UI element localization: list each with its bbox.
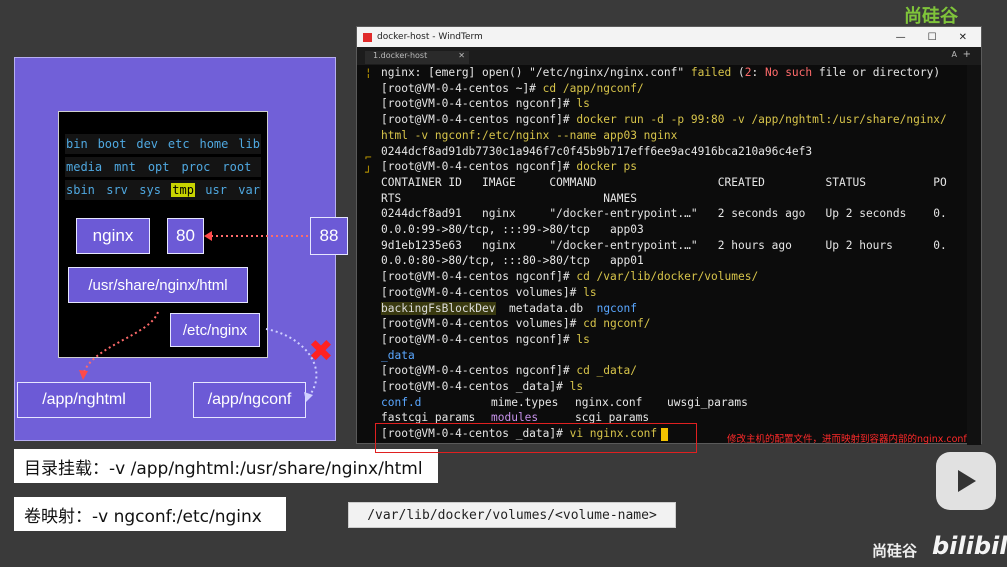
dir-mount-caption: 目录挂载：-v /app/nghtml:/usr/share/nginx/htm…	[14, 449, 438, 483]
minimize-icon[interactable]: —	[896, 32, 906, 43]
window-title: docker-host - WindTerm	[377, 32, 483, 42]
html-mount-arrow-head	[79, 370, 88, 380]
terminal-line: [root@VM-0-4-centos ngconf]# ls	[381, 332, 590, 346]
terminal-line: [root@VM-0-4-centos volumes]# ls	[381, 285, 597, 299]
terminal-line: [root@VM-0-4-centos _data]# ls	[381, 380, 584, 393]
terminal-output[interactable]: ¦ ⌐ ┘ nginx: [emerg] open() "/etc/nginx/…	[357, 65, 967, 445]
terminal-line: 0244dcf8ad91 nginx "/docker-entrypoint.……	[381, 207, 947, 221]
terminal-line: backingFsBlockDev metadata.db ngconf	[381, 301, 637, 315]
window-controls: — ☐ ✕	[896, 32, 981, 43]
close-icon[interactable]: ✕	[959, 32, 967, 43]
terminal-line: 0244dcf8ad91db7730c1a946f7c0f45b9b717eff…	[381, 144, 813, 158]
html-mount-arrow	[83, 311, 159, 373]
terminal-line: RTS NAMES	[381, 191, 637, 205]
new-tab-icon[interactable]: +	[963, 49, 971, 60]
terminal-scrollbar[interactable]	[967, 65, 981, 445]
conf-mount-arrow-head	[304, 392, 313, 402]
terminal-line: [root@VM-0-4-centos ngconf]# ls	[381, 97, 590, 111]
top-brand-logo: 尚硅谷	[904, 6, 958, 27]
app-icon	[363, 32, 372, 42]
tab-close-icon[interactable]: ✕	[458, 51, 465, 60]
cross-icon: ✖	[308, 334, 334, 369]
font-size-icon[interactable]: A	[952, 50, 957, 59]
gutter-mark: ⌐	[365, 151, 372, 164]
tab-bar: 1.docker-host ✕ A +	[357, 47, 981, 65]
terminal-line: [root@VM-0-4-centos ngconf]# docker run …	[381, 113, 947, 127]
maximize-icon[interactable]: ☐	[928, 32, 937, 43]
tab-label: 1.docker-host	[373, 51, 428, 60]
volume-path-caption: /var/lib/docker/volumes/<volume-name>	[348, 502, 676, 528]
volume-mapping-caption: 卷映射：-v ngconf:/etc/nginx	[14, 497, 286, 531]
terminal-line: [root@VM-0-4-centos volumes]# cd ngconf/	[381, 317, 651, 331]
terminal-line: CONTAINER ID IMAGE COMMAND CREATED STATU…	[381, 175, 947, 189]
terminal-line: [root@VM-0-4-centos ngconf]# docker ps	[381, 160, 637, 174]
terminal-line: nginx: [emerg] open() "/etc/nginx/nginx.…	[381, 66, 941, 79]
gutter-mark: ┘	[365, 166, 372, 179]
bilibili-watermark: bilibili	[932, 532, 1007, 560]
terminal-line: conf.d mime.types nginx.conf uwsgi_params	[381, 395, 748, 409]
terminal-line: [root@VM-0-4-centos ~]# cd /app/ngconf/	[381, 81, 644, 95]
window-titlebar[interactable]: docker-host - WindTerm — ☐ ✕	[357, 27, 981, 47]
gutter-mark: ¦	[365, 66, 372, 79]
terminal-line: [root@VM-0-4-centos ngconf]# cd /var/lib…	[381, 270, 759, 284]
tab-docker-host[interactable]: 1.docker-host ✕	[365, 51, 469, 64]
terminal-line: html -v ngconf:/etc/nginx --name app03 n…	[381, 128, 678, 142]
annotation-note: 修改主机的配置文件，进而映射到容器内部的nginx.conf	[727, 434, 967, 445]
terminal-line: _data	[381, 348, 415, 362]
vi-command-highlight	[375, 423, 697, 453]
terminal-line: 9d1eb1235e63 nginx "/docker-entrypoint.……	[381, 238, 947, 252]
terminal-line: 0.0.0:99->80/tcp, :::99->80/tcp app03	[381, 223, 644, 236]
terminal-line: 0.0.0:80->80/tcp, :::80->80/tcp app01	[381, 254, 644, 268]
brand-logo-text: 尚硅谷	[872, 542, 918, 560]
terminal-line: [root@VM-0-4-centos ngconf]# cd _data/	[381, 364, 637, 378]
windterm-window[interactable]: docker-host - WindTerm — ☐ ✕ 1.docker-ho…	[356, 26, 982, 445]
port-arrow-head	[204, 231, 212, 241]
bilibili-tv-icon	[936, 452, 996, 510]
